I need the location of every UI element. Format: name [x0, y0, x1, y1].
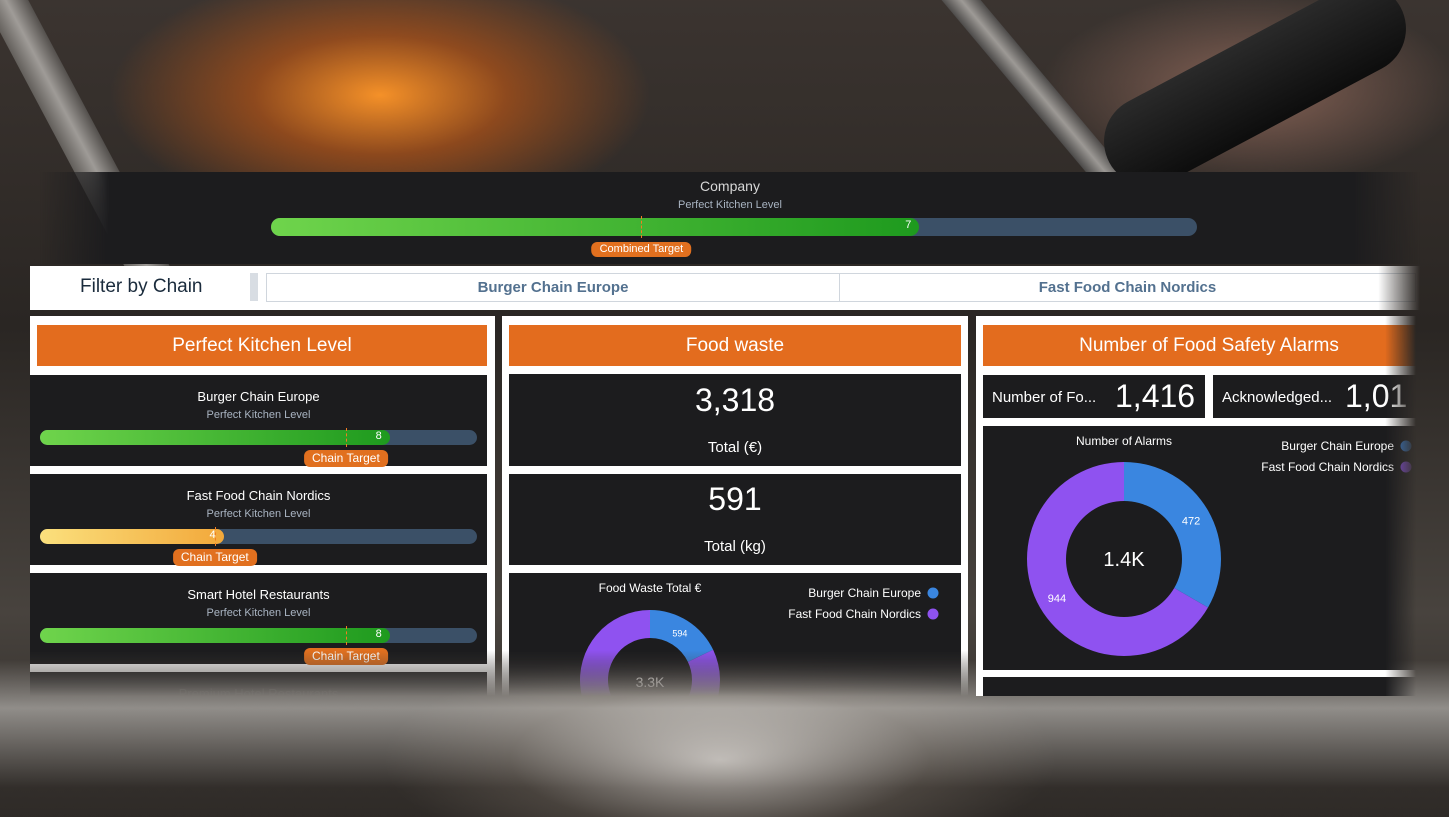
legend-swatch [927, 587, 939, 599]
alarm-kpi-value: 1,416 [1115, 378, 1196, 414]
perfect-kitchen-panel: Perfect Kitchen Level Burger Chain Europ… [30, 316, 495, 712]
food-safety-alarms-panel: Number of Food Safety Alarms Number of F… [976, 316, 1435, 697]
alarms-title: Number of Food Safety Alarms [983, 325, 1435, 366]
food-waste-total-kg-value: 591 [708, 481, 762, 517]
slice-data-label: 594 [672, 629, 687, 639]
legend-swatch [927, 608, 939, 620]
alarm-kpi-name: Acknowledged... [1222, 389, 1333, 406]
legend-label: Fast Food Chain Nordics [1261, 460, 1394, 474]
company-title: Company [700, 178, 760, 194]
chain-level-bar: 8 Chain Target [40, 626, 477, 665]
alarm-kpi-card[interactable]: Number of Fo... 1,416 [983, 375, 1205, 418]
chain-target-label: Chain Target [303, 648, 388, 665]
alarm-kpi-name: Number of Fo... [992, 389, 1097, 406]
company-level-header: Company Perfect Kitchen Level 7 Combined… [40, 172, 1420, 264]
chain-level-bar: 8 Chain Target [40, 428, 477, 467]
alarms-next-card [983, 677, 1428, 697]
chart-title: Number of Alarms [1076, 434, 1172, 448]
chain-level-card[interactable]: Fast Food Chain Nordics Perfect Kitchen … [30, 474, 487, 566]
filter-divider [250, 273, 258, 301]
alarm-kpi-value: 1,01 [1345, 378, 1408, 414]
chain-subtitle: Perfect Kitchen Level [206, 409, 311, 421]
chain-level-value: 8 [375, 628, 382, 640]
food-waste-total-eur-label: Total (€) [707, 439, 763, 456]
chain-target-label: Chain Target [303, 450, 388, 467]
food-waste-total-kg-label: Total (kg) [704, 538, 766, 555]
food-waste-total-kg-card[interactable]: 591 Total (kg) [509, 474, 961, 565]
legend-swatch [1400, 461, 1412, 473]
chain-level-fill [40, 628, 390, 643]
chain-target-marker [345, 626, 347, 645]
legend-label: Burger Chain Europe [1281, 439, 1394, 453]
chain-level-bar: 4 Chain Target [40, 527, 477, 566]
chain-subtitle: Perfect Kitchen Level [206, 508, 311, 520]
food-waste-panel: Food waste 3,318 Total (€) 591 Total (kg… [502, 316, 968, 703]
legend-swatch [1400, 440, 1412, 452]
filter-label: Filter by Chain [80, 276, 203, 297]
food-waste-total-eur-card[interactable]: 3,318 Total (€) [509, 374, 961, 466]
alarms-chart-card[interactable]: Number of Alarms 472 944 1.4K Burger Chain E… [983, 426, 1428, 670]
chain-level-card[interactable]: Smart Hotel Restaurants Perfect Kitchen … [30, 573, 487, 665]
alarm-kpi-card[interactable]: Acknowledged... 1,01 [1213, 375, 1428, 418]
company-target-label: Combined Target [591, 242, 692, 257]
chain-name: Fast Food Chain Nordics [186, 488, 331, 503]
chart-title: Food Waste Total € [599, 581, 702, 595]
company-level-value: 7 [905, 219, 912, 231]
company-subtitle: Perfect Kitchen Level [678, 199, 782, 211]
slice-data-label: 944 [1048, 593, 1066, 605]
food-waste-title: Food waste [509, 325, 961, 366]
company-level-fill [271, 218, 920, 236]
donut-slice[interactable] [1124, 462, 1221, 608]
chain-target-marker [214, 527, 216, 546]
chain-name: Smart Hotel Restaurants [187, 587, 330, 602]
food-waste-total-eur-value: 3,318 [694, 382, 776, 418]
chain-level-fill [40, 430, 390, 445]
filter-option-burger-chain-europe[interactable]: Burger Chain Europe [267, 274, 839, 301]
food-waste-chart-card[interactable]: Food Waste Total € 594 3.3K Burger Chain Eu… [509, 573, 961, 703]
chain-level-value: 8 [375, 430, 382, 442]
filter-toggle-group: Burger Chain Europe Fast Food Chain Nord… [266, 273, 1416, 302]
filter-option-fast-food-chain-nordics[interactable]: Fast Food Chain Nordics [840, 274, 1415, 301]
donut-center-total: 1.4K [1103, 549, 1145, 571]
chain-level-fill [40, 529, 224, 544]
chain-name: Burger Chain Europe [197, 389, 320, 404]
company-target-marker [641, 216, 643, 238]
legend-label: Fast Food Chain Nordics [788, 607, 921, 621]
company-level-bar: 7 Combined Target [271, 216, 1197, 257]
alarms-donut-chart[interactable]: Number of Alarms 472 944 1.4K Burger Chain E… [983, 426, 1428, 670]
chain-subtitle: Perfect Kitchen Level [206, 607, 311, 619]
chain-target-marker [345, 428, 347, 447]
food-waste-donut-chart[interactable]: Food Waste Total € 594 3.3K Burger Chain Eu… [509, 573, 961, 703]
legend-label: Burger Chain Europe [808, 586, 921, 600]
slice-data-label: 472 [1182, 515, 1200, 527]
perfect-kitchen-title: Perfect Kitchen Level [37, 325, 487, 366]
chain-target-label: Chain Target [172, 549, 257, 566]
chain-filter: Filter by Chain Burger Chain Europe Fast… [30, 266, 1420, 310]
chain-level-card[interactable]: Burger Chain Europe Perfect Kitchen Leve… [30, 375, 487, 467]
donut-center-total: 3.3K [636, 674, 665, 690]
